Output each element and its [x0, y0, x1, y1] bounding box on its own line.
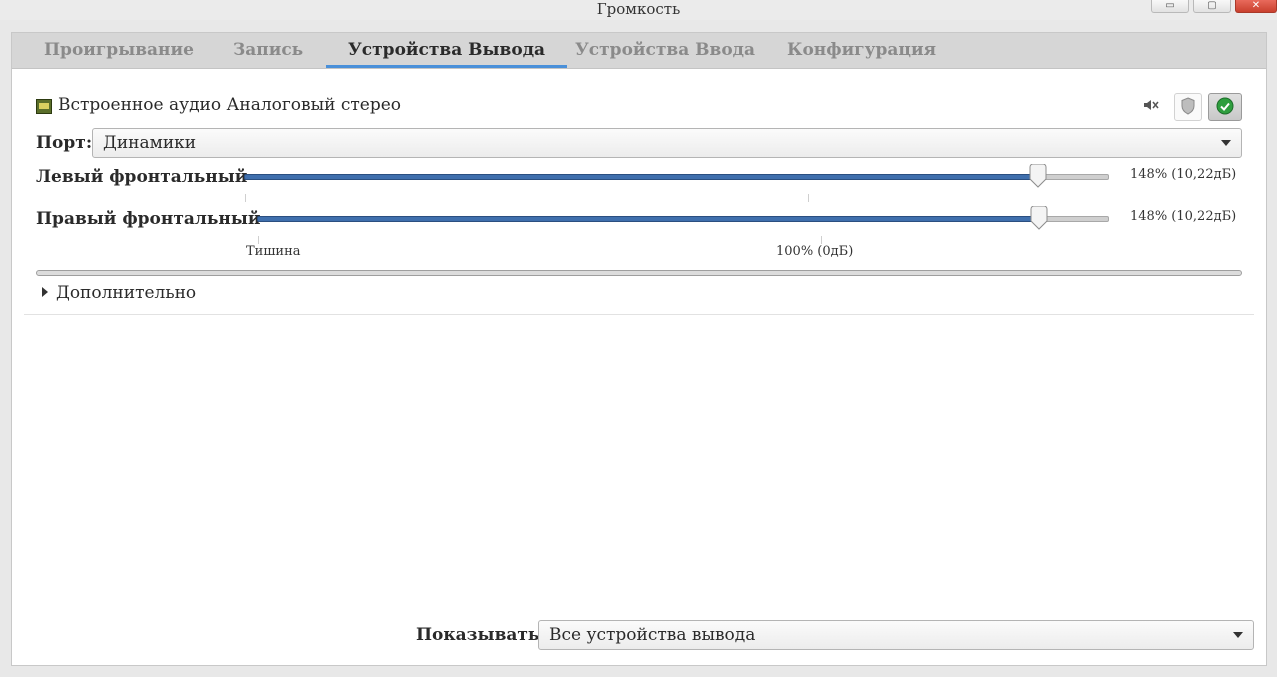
channel-label: Левый фронтальный	[36, 167, 248, 187]
volume-slider-handle[interactable]	[1028, 163, 1048, 188]
notebook: Проигрывание Запись Устройства Вывода Ус…	[11, 32, 1267, 666]
volume-value: 148% (10,22дБ)	[1130, 167, 1237, 182]
device-name: Встроенное аудио Аналоговый стерео	[58, 95, 402, 115]
port-select-value: Динамики	[103, 133, 197, 153]
title-bar: Громкость ▭ ▢ ✕	[0, 0, 1277, 20]
tab-output-devices[interactable]: Устройства Вывода	[325, 33, 568, 68]
window-title: Громкость	[596, 0, 681, 18]
tab-playback[interactable]: Проигрывание	[44, 33, 194, 68]
chevron-down-icon	[1221, 140, 1231, 146]
window-controls: ▭ ▢ ✕	[1151, 0, 1277, 13]
volume-slider-handle[interactable]	[1029, 205, 1049, 230]
silence-mark: Тишина	[246, 244, 301, 259]
maximize-button[interactable]: ▢	[1193, 0, 1231, 13]
tab-configuration[interactable]: Конфигурация	[787, 33, 936, 68]
shield-icon	[1181, 97, 1195, 115]
expander-arrow-icon	[42, 287, 48, 297]
tab-bar: Проигрывание Запись Устройства Вывода Ус…	[12, 33, 1266, 69]
mute-button[interactable]	[1138, 93, 1164, 119]
lock-channels-button[interactable]	[1174, 93, 1202, 121]
volume-slider-track[interactable]	[1037, 174, 1109, 180]
slider-tick	[245, 194, 246, 202]
advanced-label: Дополнительно	[56, 283, 197, 303]
slider-tick	[258, 236, 259, 244]
slider-tick	[808, 194, 809, 202]
check-icon	[1216, 97, 1234, 115]
close-button[interactable]: ✕	[1235, 0, 1277, 13]
set-default-button[interactable]	[1208, 93, 1242, 121]
slider-tick	[821, 236, 822, 244]
volume-slider-fill[interactable]	[257, 216, 1041, 222]
volume-slider-fill[interactable]	[244, 174, 1040, 180]
sound-card-icon	[36, 99, 52, 114]
volume-slider-track[interactable]	[1039, 216, 1109, 222]
device-divider	[24, 314, 1254, 315]
port-label: Порт:	[36, 133, 93, 153]
separator	[36, 270, 1242, 276]
minimize-button[interactable]: ▭	[1151, 0, 1189, 13]
hundred-percent-mark: 100% (0дБ)	[776, 244, 854, 259]
channel-label: Правый фронтальный	[36, 209, 261, 229]
chevron-down-icon	[1233, 632, 1243, 638]
port-select[interactable]: Динамики	[92, 128, 1242, 158]
speaker-mute-icon	[1144, 100, 1159, 110]
show-select-value: Все устройства вывода	[549, 625, 756, 645]
advanced-expander[interactable]: Дополнительно	[42, 283, 196, 303]
tab-input-devices[interactable]: Устройства Ввода	[575, 33, 755, 68]
show-select[interactable]: Все устройства вывода	[538, 620, 1254, 650]
tab-recording[interactable]: Запись	[233, 33, 303, 68]
show-label: Показывать:	[416, 625, 546, 645]
volume-value: 148% (10,22дБ)	[1130, 209, 1237, 224]
